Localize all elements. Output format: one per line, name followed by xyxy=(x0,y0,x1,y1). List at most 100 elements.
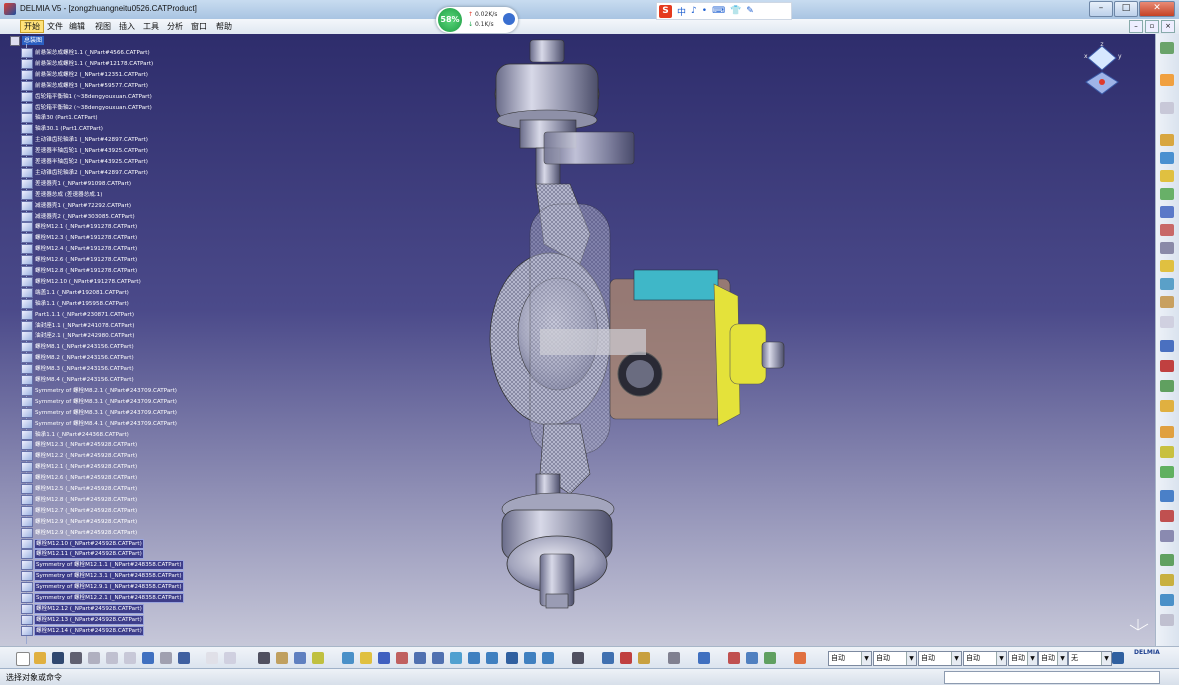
tree-item[interactable]: 螺栓M8.4 (_NPart#243156.CATPart) xyxy=(21,375,135,385)
delmia-app-icon[interactable] xyxy=(4,3,16,15)
close-button[interactable]: ✕ xyxy=(1139,1,1175,17)
painter-icon[interactable] xyxy=(1112,652,1124,664)
color-palette-icon[interactable] xyxy=(728,652,740,664)
tree-item[interactable]: 油封座1.1 (_NPart#241078.CATPart) xyxy=(21,320,135,331)
tree-item[interactable]: 螺栓M12.8 (_NPart#245928.CATPart) xyxy=(21,494,138,505)
tree-item[interactable]: 螺栓M8.3 (_NPart#243156.CATPart) xyxy=(21,364,135,375)
material-icon[interactable] xyxy=(698,652,710,664)
tree-item[interactable]: 螺栓M12.5 (_NPart#245928.CATPart) xyxy=(21,484,138,494)
catalog-icon[interactable] xyxy=(1160,594,1174,606)
tree-item[interactable]: 螺栓M12.10 (_NPart#245928.CATPart) xyxy=(21,538,144,549)
load-icon[interactable] xyxy=(1160,242,1174,254)
tree-item[interactable]: 螺栓M12.10 (_NPart#191278.CATPart) xyxy=(21,276,142,287)
doc-close-button[interactable]: × xyxy=(1161,20,1175,33)
tree-item[interactable]: 前悬架总成螺栓1.1 (_NPart#12178.CATPart) xyxy=(21,58,154,69)
redo-icon[interactable] xyxy=(160,652,172,664)
tree-item[interactable]: Symmetry of 螺栓M8.2.1 (_NPart#243709.CATP… xyxy=(21,385,178,396)
graph-tree-icon[interactable] xyxy=(1160,206,1174,218)
network-speed-widget[interactable]: 58% ↑ 0.02K/s ↓ 0.1K/s xyxy=(436,7,518,33)
rotate-icon[interactable] xyxy=(378,652,390,664)
tree-item[interactable]: 齿轮箱平衡轴2 (~38dengyouxuan.CATPart) xyxy=(21,102,153,113)
cut-icon[interactable] xyxy=(1160,42,1174,54)
coincidence-constraint-icon[interactable] xyxy=(1160,426,1174,438)
tree-item[interactable]: 端盖1.1 (_NPart#192081.CATPart) xyxy=(21,287,130,298)
camera-icon[interactable] xyxy=(668,652,680,664)
tree-item[interactable]: 减速器壳2 (_NPart#303085.CATPart) xyxy=(21,211,136,222)
ime-keyboard-icon[interactable]: ⌨ xyxy=(712,6,725,16)
tree-item[interactable]: 螺栓M12.7 (_NPart#245928.CATPart) xyxy=(21,505,138,516)
tree-item[interactable]: 螺栓M12.3 (_NPart#191278.CATPart) xyxy=(21,233,138,244)
tree-item[interactable]: Symmetry of 螺栓M8.4.1 (_NPart#243709.CATP… xyxy=(21,418,178,429)
tree-item[interactable]: 轴承1.1 (_NPart#244368.CATPart) xyxy=(21,429,130,440)
fly-mode-icon[interactable] xyxy=(1160,102,1174,114)
tree-item[interactable]: 螺栓M12.8 (_NPart#191278.CATPart) xyxy=(21,266,138,276)
tree-item[interactable]: 前悬架总成螺栓1.1 (_NPart#4566.CATPart) xyxy=(21,48,151,58)
iso-view-icon[interactable] xyxy=(468,652,480,664)
command-input[interactable] xyxy=(944,671,1160,684)
tree-item[interactable]: 差速器半轴齿轮2 (_NPart#43925.CATPart) xyxy=(21,157,149,167)
comment-icon[interactable] xyxy=(224,652,236,664)
reorder-icon[interactable] xyxy=(1160,316,1174,328)
workbench-icon[interactable] xyxy=(572,652,584,664)
shading-icon[interactable] xyxy=(486,652,498,664)
point-symbol-combo[interactable]: 自动 ▼ xyxy=(1038,651,1068,666)
tree-item[interactable]: 螺栓M12.9 (_NPart#245928.CATPart) xyxy=(21,516,138,527)
tree-item[interactable]: 前悬架总成螺栓2 (_NPart#12351.CATPart) xyxy=(21,69,149,80)
simulation-icon[interactable] xyxy=(602,652,614,664)
menu-insert[interactable]: 插入 xyxy=(119,21,135,32)
ime-moon-icon[interactable]: ♪ xyxy=(691,6,697,16)
snap-icon[interactable] xyxy=(1160,360,1174,372)
tree-item[interactable]: 差速器半轴齿轮1 (_NPart#43925.CATPart) xyxy=(21,146,149,157)
update-icon[interactable] xyxy=(1160,530,1174,542)
angle-constraint-icon[interactable] xyxy=(1160,490,1174,502)
menu-help[interactable]: 帮助 xyxy=(216,21,232,32)
transparency-combo[interactable]: 自动 ▼ xyxy=(918,651,962,666)
tree-item[interactable]: 螺栓M12.13 (_NPart#245928.CATPart) xyxy=(21,614,144,625)
analysis-icon[interactable] xyxy=(294,652,306,664)
paste-icon[interactable] xyxy=(124,652,136,664)
explode-icon[interactable] xyxy=(1160,380,1174,392)
tree-item[interactable]: 差速器壳1 (_NPart#91098.CATPart) xyxy=(21,178,132,189)
record-icon[interactable] xyxy=(620,652,632,664)
component-icon[interactable] xyxy=(1160,152,1174,164)
tree-item[interactable]: 油封座2.1 (_NPart#242980.CATPart) xyxy=(21,331,135,342)
manipulation-icon[interactable] xyxy=(1160,340,1174,352)
tree-item[interactable]: 轴承30 (Part1.CATPart) xyxy=(21,113,99,124)
tree-item[interactable]: 螺栓M12.12 (_NPart#245928.CATPart) xyxy=(21,603,144,614)
tree-item[interactable]: Symmetry of 螺栓M12.3.1 (_NPart#248358.CAT… xyxy=(21,571,184,582)
save-icon[interactable] xyxy=(52,652,64,664)
product-structure-icon[interactable] xyxy=(1160,134,1174,146)
tree-item[interactable]: Symmetry of 螺栓M8.3.1 (_NPart#243709.CATP… xyxy=(21,396,178,407)
multi-instantiation-icon[interactable] xyxy=(1160,278,1174,290)
multi-view-icon[interactable] xyxy=(450,652,462,664)
lower-wheel-hub[interactable] xyxy=(501,473,615,609)
maximize-button[interactable]: □ xyxy=(1114,1,1138,17)
measure-icon[interactable] xyxy=(1160,574,1174,586)
tree-item[interactable]: Part1.1.1 (_NPart#230871.CATPart) xyxy=(21,309,135,320)
tree-item[interactable]: 螺栓M8.1 (_NPart#243156.CATPart) xyxy=(21,342,135,353)
menu-analysis[interactable]: 分析 xyxy=(167,21,183,32)
ime-skin-icon[interactable]: 👕 xyxy=(730,6,741,16)
contact-constraint-icon[interactable] xyxy=(1160,446,1174,458)
compass-icon[interactable]: z y x xyxy=(1082,42,1122,98)
line-type-combo[interactable]: 自动 ▼ xyxy=(1008,651,1038,666)
new-icon[interactable] xyxy=(16,652,30,666)
properties-icon[interactable] xyxy=(764,652,776,664)
fast-instantiation-icon[interactable] xyxy=(1160,296,1174,308)
3d-viewport[interactable]: 总装图 前悬架总成螺栓1.1 (_NPart#4566.CATPart) 前悬架总… xyxy=(0,34,1155,646)
help-icon[interactable] xyxy=(178,652,190,664)
tree-item[interactable]: 前悬架总成螺栓3 (_NPart#59577.CATPart) xyxy=(21,80,149,91)
line-weight-combo[interactable]: 自动 ▼ xyxy=(963,651,1007,666)
tree-item[interactable]: 轴承1.1 (_NPart#195958.CATPart) xyxy=(21,298,130,309)
ime-mode-chinese[interactable]: 中 xyxy=(677,5,686,18)
menu-start[interactable]: 开始 xyxy=(20,20,44,33)
tree-item[interactable]: 减速器壳1 (_NPart#72292.CATPart) xyxy=(21,200,132,211)
zoom-out-icon[interactable] xyxy=(414,652,426,664)
menu-edit[interactable]: 编辑 xyxy=(69,21,85,32)
tree-item[interactable]: 螺栓M12.9 (_NPart#245928.CATPart) xyxy=(21,527,138,538)
replace-component-icon[interactable] xyxy=(1160,188,1174,200)
tree-item[interactable]: 轴承30.1 (Part1.CATPart) xyxy=(21,124,104,135)
formula-icon[interactable] xyxy=(206,652,218,664)
scene-toolbar-icon[interactable] xyxy=(312,652,324,664)
fill-color-combo[interactable]: 自动 ▼ xyxy=(828,651,872,666)
